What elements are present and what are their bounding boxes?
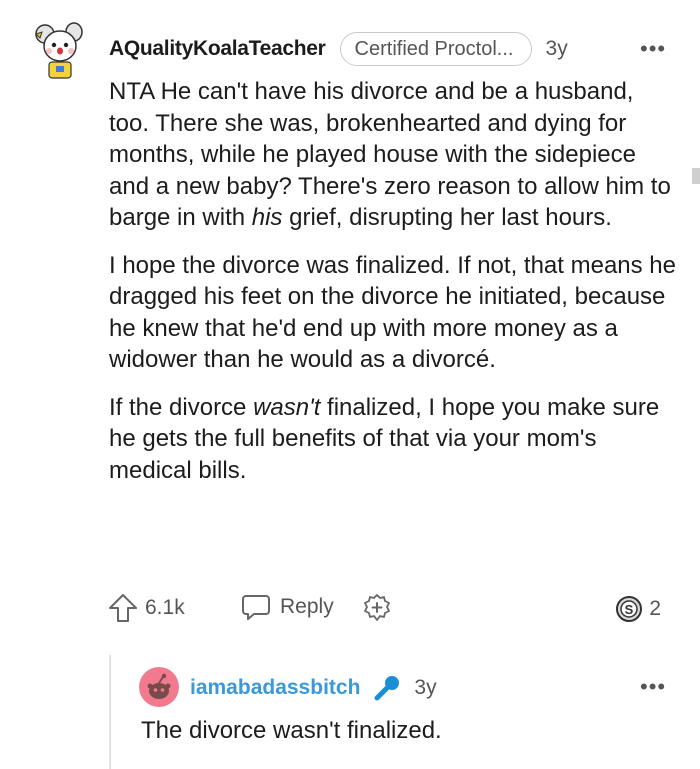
silver-award[interactable]: S 2	[615, 594, 661, 624]
svg-text:S: S	[625, 602, 634, 617]
microphone-flair-icon	[374, 676, 400, 701]
user-flair: Certified Proctol...	[339, 32, 532, 66]
comment-body: NTA He can't have his divorce and be a h…	[109, 76, 679, 502]
koala-avatar-icon[interactable]	[34, 20, 86, 80]
reply-age: 3y	[414, 676, 437, 699]
more-options-icon[interactable]: •••	[640, 676, 666, 698]
reply-bubble-icon	[242, 595, 270, 620]
comment-paragraph-3: If the divorce wasn't finalized, I hope …	[109, 393, 660, 484]
scrollbar-thumb[interactable]	[692, 168, 700, 184]
reply-button[interactable]: Reply	[241, 592, 334, 622]
more-options-icon[interactable]: •••	[640, 38, 666, 60]
thread-line[interactable]	[109, 655, 111, 769]
comment-username[interactable]: AQualityKoalaTeacher	[109, 37, 326, 61]
comment-paragraph-2: I hope the divorce was finalized. If not…	[109, 251, 676, 374]
comment-age: 3y	[545, 37, 568, 60]
upvote-arrow-icon	[109, 594, 137, 622]
reply-label: Reply	[280, 595, 334, 618]
add-award-button[interactable]	[361, 592, 393, 629]
vote-count: 6.1k	[145, 596, 185, 619]
comment-header: AQualityKoalaTeacher Certified Proctol..…	[109, 32, 568, 66]
award-count: 2	[649, 597, 661, 620]
comment-action-bar: 6.1k Reply S 2	[107, 590, 667, 626]
reply-body: The divorce wasn't finalized.	[141, 717, 442, 744]
reply-username[interactable]: iamabadassbitch	[190, 676, 360, 700]
reply-header: iamabadassbitch 3y	[190, 672, 437, 704]
snoo-avatar-icon[interactable]	[139, 667, 179, 707]
upvote-button[interactable]: 6.1k	[107, 592, 185, 624]
silver-award-icon: S	[616, 596, 643, 622]
add-award-icon	[364, 594, 390, 621]
comment-paragraph-1: NTA He can't have his divorce and be a h…	[109, 78, 671, 231]
